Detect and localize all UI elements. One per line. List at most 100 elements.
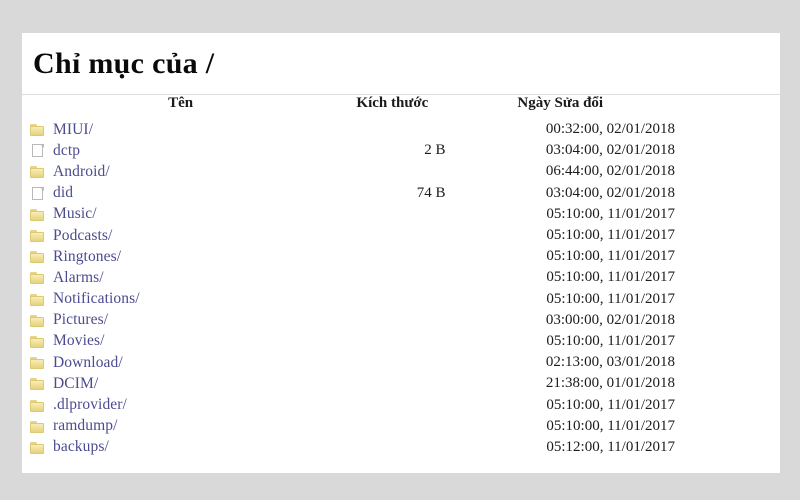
directory-entry: ramdump/ [30, 417, 339, 435]
column-header-name: Tên [168, 95, 194, 111]
folder-icon [30, 164, 45, 179]
entry-link[interactable]: backups/ [53, 438, 109, 456]
folder-icon [30, 249, 45, 264]
listing-body: MIUI/00:32:00, 02/01/2018 dctp 2 B 03:04:00… [22, 119, 780, 458]
table-row: Download/02:13:00, 03/01/2018 [22, 352, 780, 373]
page-title: Chỉ mục của / [33, 47, 215, 80]
cell-modified: 05:10:00, 11/01/2017 [546, 417, 675, 434]
cell-name: MIUI/ [22, 119, 339, 140]
cell-size [339, 416, 445, 437]
entry-link[interactable]: MIUI/ [53, 121, 93, 139]
cell-modified: 05:10:00, 11/01/2017 [546, 290, 675, 307]
table-row: Podcasts/05:10:00, 11/01/2017 [22, 225, 780, 246]
folder-icon [30, 376, 45, 391]
header-row: Tên Kích thước Ngày Sửa đổi [22, 95, 780, 119]
cell-size [339, 225, 445, 246]
cell-size [339, 204, 445, 225]
folder-icon [30, 440, 45, 455]
table-row: Ringtones/05:10:00, 11/01/2017 [22, 246, 780, 267]
cell-name: dctp [22, 140, 339, 161]
cell-name: Android/ [22, 161, 339, 182]
cell-name: Alarms/ [22, 267, 339, 288]
entry-link[interactable]: did [53, 184, 73, 202]
cell-name: Podcasts/ [22, 225, 339, 246]
cell-modified: 05:10:00, 11/01/2017 [546, 248, 675, 265]
cell-size [339, 289, 445, 310]
cell-size [339, 352, 445, 373]
entry-link[interactable]: Podcasts/ [53, 227, 112, 245]
cell-size [339, 373, 445, 394]
entry-link[interactable]: Movies/ [53, 332, 105, 350]
folder-icon [30, 419, 45, 434]
folder-icon [30, 228, 45, 243]
cell-size [339, 119, 445, 140]
table-row: Alarms/05:10:00, 11/01/2017 [22, 267, 780, 288]
folder-icon [30, 355, 45, 370]
listing-header: Tên Kích thước Ngày Sửa đổi [22, 95, 780, 119]
entry-link[interactable]: Download/ [53, 354, 123, 372]
folder-icon [30, 292, 45, 307]
directory-entry: Ringtones/ [30, 248, 339, 266]
table-row: backups/05:12:00, 11/01/2017 [22, 437, 780, 458]
cell-name: Ringtones/ [22, 246, 339, 267]
directory-entry: dctp [30, 142, 339, 160]
cell-modified: 00:32:00, 02/01/2018 [545, 121, 675, 138]
cell-modified: 03:00:00, 02/01/2018 [545, 311, 675, 328]
directory-entry: Notifications/ [30, 290, 339, 308]
directory-entry: .dlprovider/ [30, 396, 339, 414]
entry-link[interactable]: ramdump/ [53, 417, 118, 435]
directory-index-page: Chỉ mục của / Tên Kích thước Ngày Sửa đổ… [22, 33, 780, 473]
cell-modified: 05:10:00, 11/01/2017 [546, 396, 675, 413]
cell-size [339, 267, 445, 288]
entry-link[interactable]: DCIM/ [53, 375, 98, 393]
directory-entry: MIUI/ [30, 121, 339, 139]
table-row: did 74 B 03:04:00, 02/01/2018 [22, 183, 780, 204]
directory-entry: Alarms/ [30, 269, 339, 287]
table-row: DCIM/21:38:00, 01/01/2018 [22, 373, 780, 394]
cell-name: Notifications/ [22, 289, 339, 310]
cell-modified: 05:10:00, 11/01/2017 [546, 227, 675, 244]
directory-entry: Pictures/ [30, 311, 339, 329]
cell-name: Pictures/ [22, 310, 339, 331]
cell-size: 74 B [416, 184, 446, 201]
file-icon [30, 143, 45, 158]
cell-modified: 06:44:00, 02/01/2018 [545, 163, 675, 180]
entry-link[interactable]: Pictures/ [53, 311, 108, 329]
entry-link[interactable]: .dlprovider/ [53, 396, 127, 414]
entry-link[interactable]: dctp [53, 142, 80, 160]
cell-modified: 21:38:00, 01/01/2018 [545, 375, 675, 392]
cell-modified: 05:10:00, 11/01/2017 [546, 205, 675, 222]
entry-link[interactable]: Notifications/ [53, 290, 140, 308]
entry-link[interactable]: Ringtones/ [53, 248, 121, 266]
cell-modified: 03:04:00, 02/01/2018 [545, 184, 675, 201]
folder-icon [30, 398, 45, 413]
directory-entry: did [30, 184, 339, 202]
cell-name: backups/ [22, 437, 339, 458]
directory-entry: DCIM/ [30, 375, 339, 393]
cell-name: DCIM/ [22, 373, 339, 394]
directory-entry: Podcasts/ [30, 227, 339, 245]
table-row: dctp 2 B 03:04:00, 02/01/2018 [22, 140, 780, 161]
table-row: ramdump/05:10:00, 11/01/2017 [22, 416, 780, 437]
cell-name: Movies/ [22, 331, 339, 352]
table-row: Music/05:10:00, 11/01/2017 [22, 204, 780, 225]
table-row: .dlprovider/05:10:00, 11/01/2017 [22, 394, 780, 415]
table-row: Android/06:44:00, 02/01/2018 [22, 161, 780, 182]
cell-size: 2 B [424, 142, 446, 159]
folder-icon [30, 270, 45, 285]
cell-modified: 05:10:00, 11/01/2017 [546, 332, 675, 349]
directory-entry: Download/ [30, 354, 339, 372]
cell-modified: 05:10:00, 11/01/2017 [546, 269, 675, 286]
directory-listing-table: Tên Kích thước Ngày Sửa đổi MIUI/00:32:0… [22, 95, 780, 458]
cell-size [339, 161, 445, 182]
directory-entry: backups/ [30, 438, 339, 456]
entry-link[interactable]: Music/ [53, 205, 97, 223]
folder-icon [30, 122, 45, 137]
directory-entry: Movies/ [30, 332, 339, 350]
cell-modified: 02:13:00, 03/01/2018 [545, 354, 675, 371]
entry-link[interactable]: Alarms/ [53, 269, 104, 287]
entry-link[interactable]: Android/ [53, 163, 110, 181]
cell-size [339, 331, 445, 352]
cell-size [339, 394, 445, 415]
cell-name: .dlprovider/ [22, 394, 339, 415]
